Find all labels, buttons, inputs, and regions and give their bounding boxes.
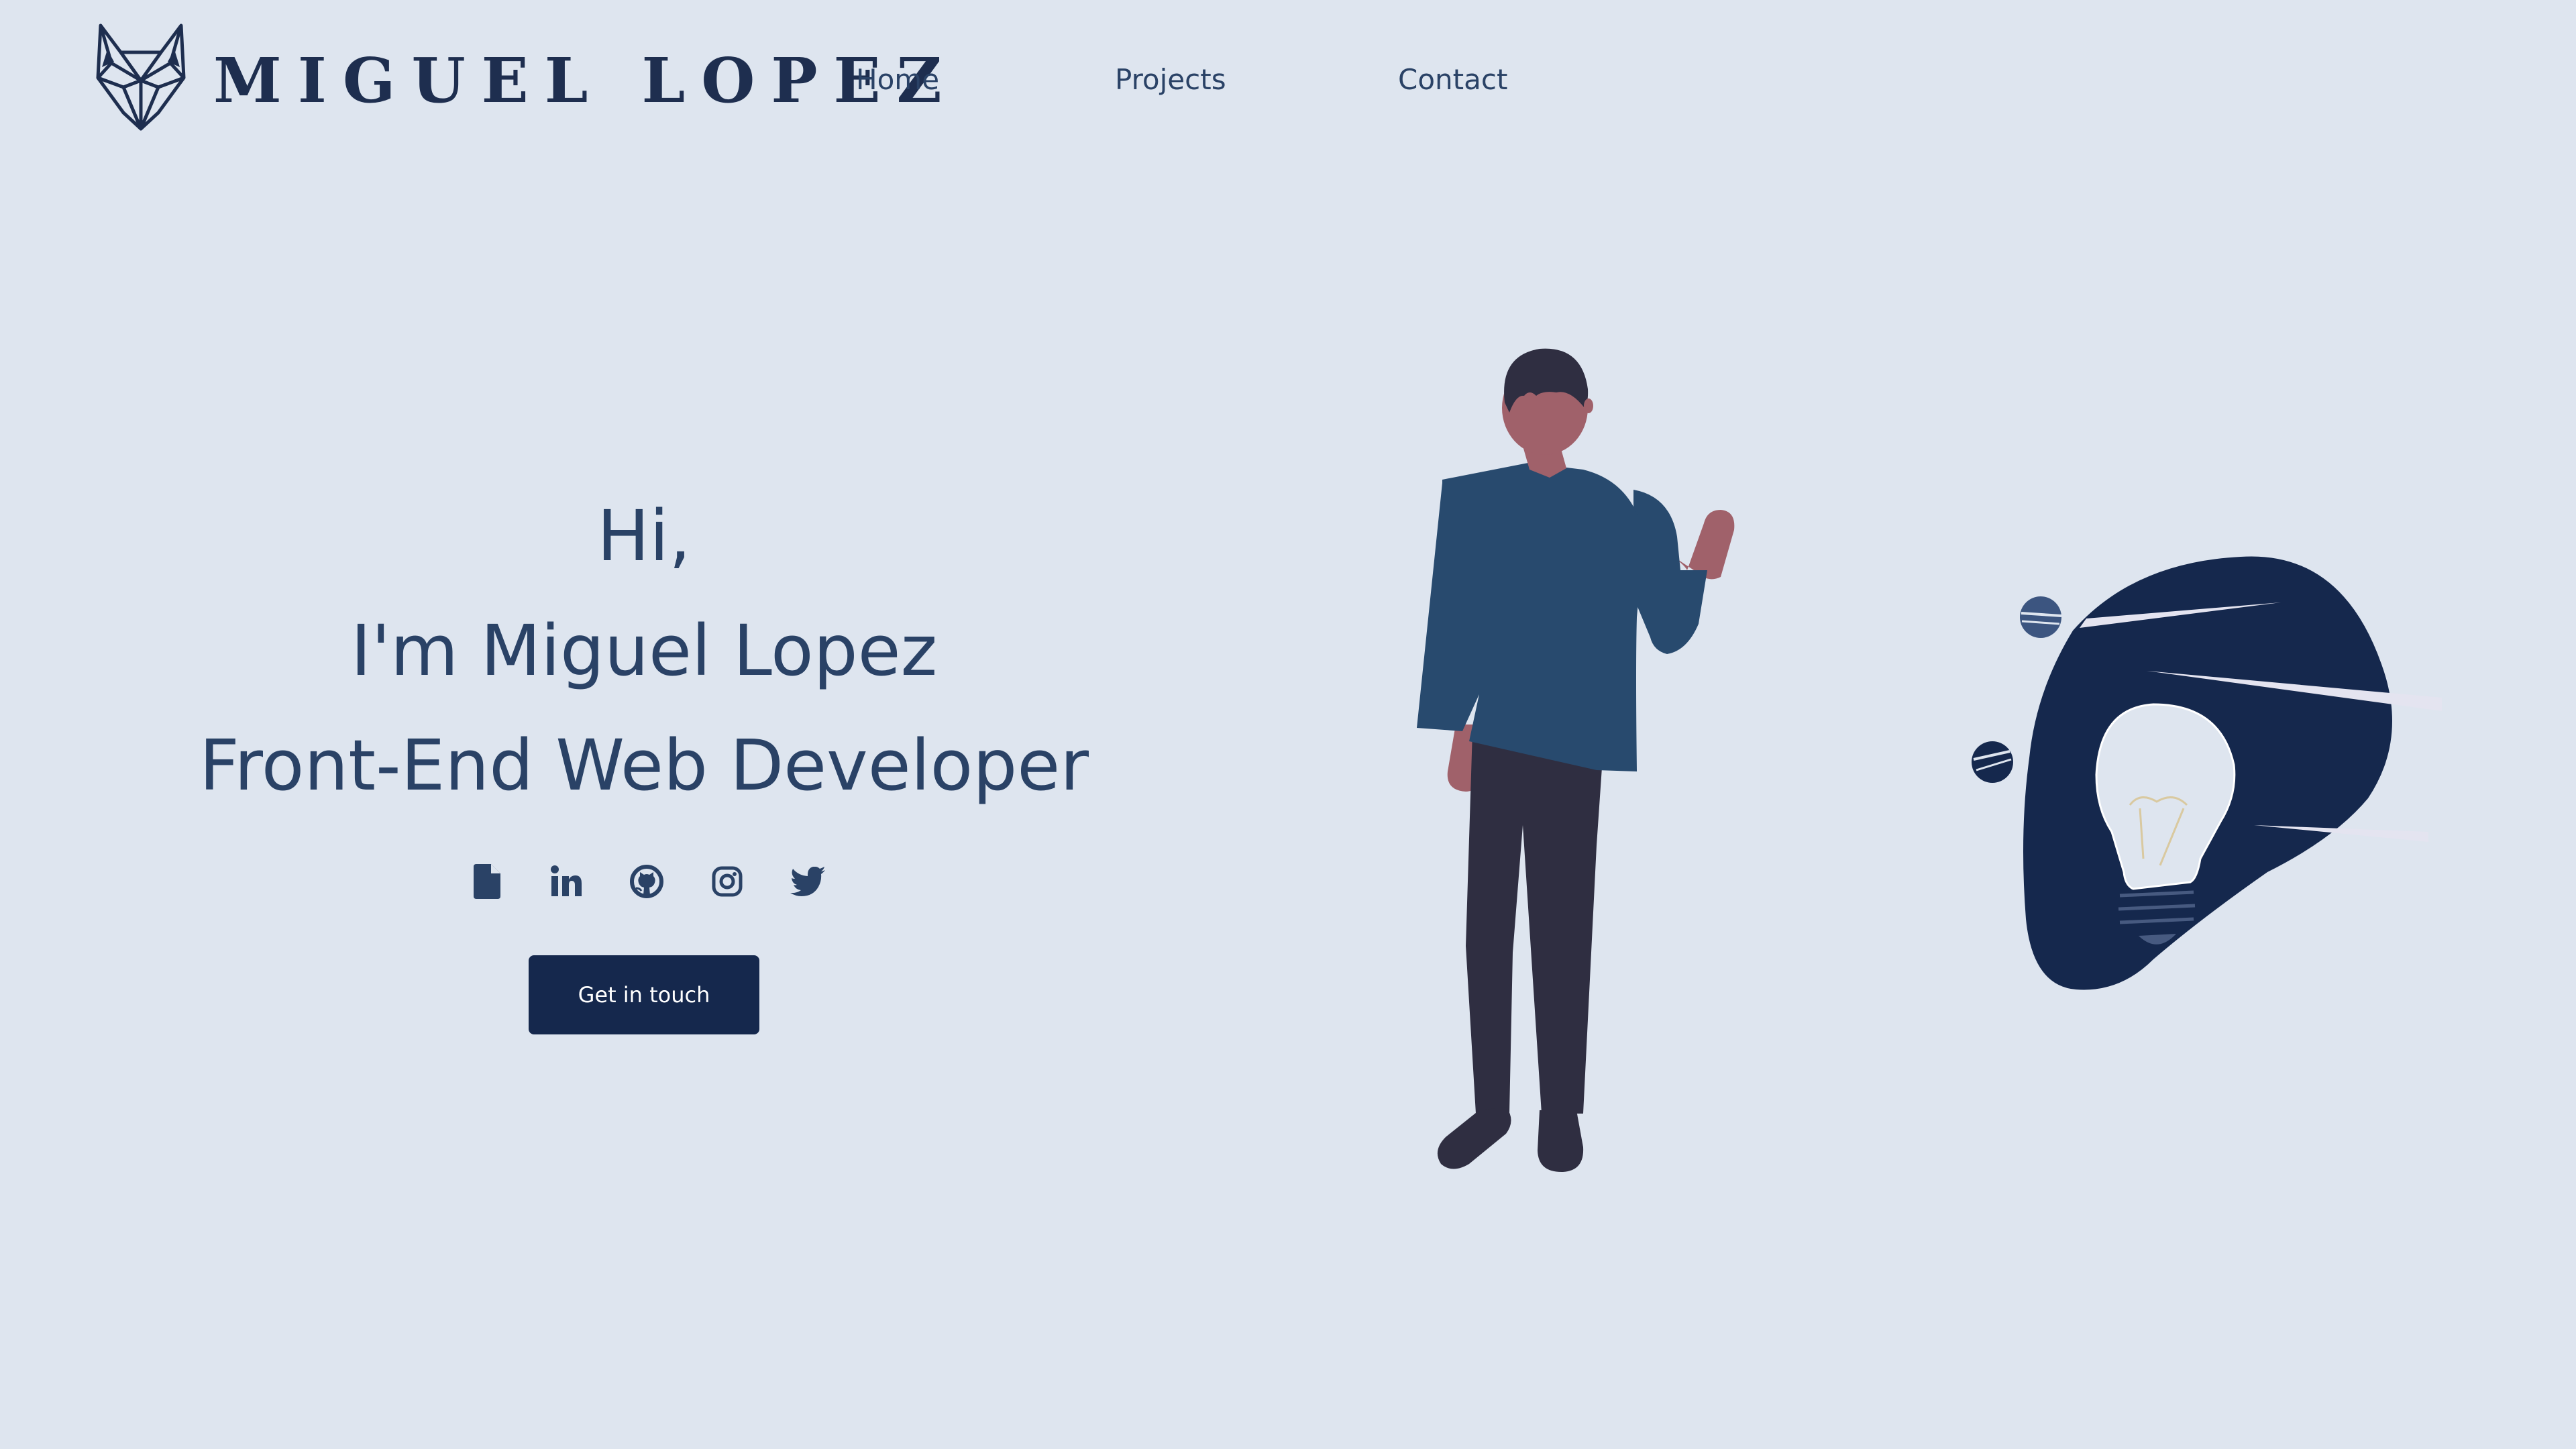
lightbulb-illustration [1972,556,2442,990]
get-in-touch-button[interactable]: Get in touch [529,955,759,1034]
nav-contact-link[interactable]: Contact [1398,62,1507,98]
nav-projects-link[interactable]: Projects [1115,62,1226,98]
site-header: MIGUEL LOPEZ Home Projects Contact [0,0,2576,161]
github-icon[interactable] [627,861,667,902]
developer-illustration [1417,348,1735,1173]
hero-role: Front-End Web Developer [199,724,1089,806]
resume-icon[interactable] [467,861,507,902]
page: MIGUEL LOPEZ Home Projects Contact Hi, I… [0,0,2576,1449]
instagram-icon[interactable] [707,861,747,902]
social-links [467,861,825,904]
logo-text[interactable]: MIGUEL LOPEZ [213,40,958,121]
linkedin-icon[interactable] [546,861,586,902]
nav-home-link[interactable]: Home [856,62,939,98]
twitter-icon[interactable] [788,861,828,902]
hero-greeting: Hi, [596,495,692,577]
hero-name: I'm Miguel Lopez [350,610,938,692]
wolf-logo-icon[interactable] [94,23,188,131]
